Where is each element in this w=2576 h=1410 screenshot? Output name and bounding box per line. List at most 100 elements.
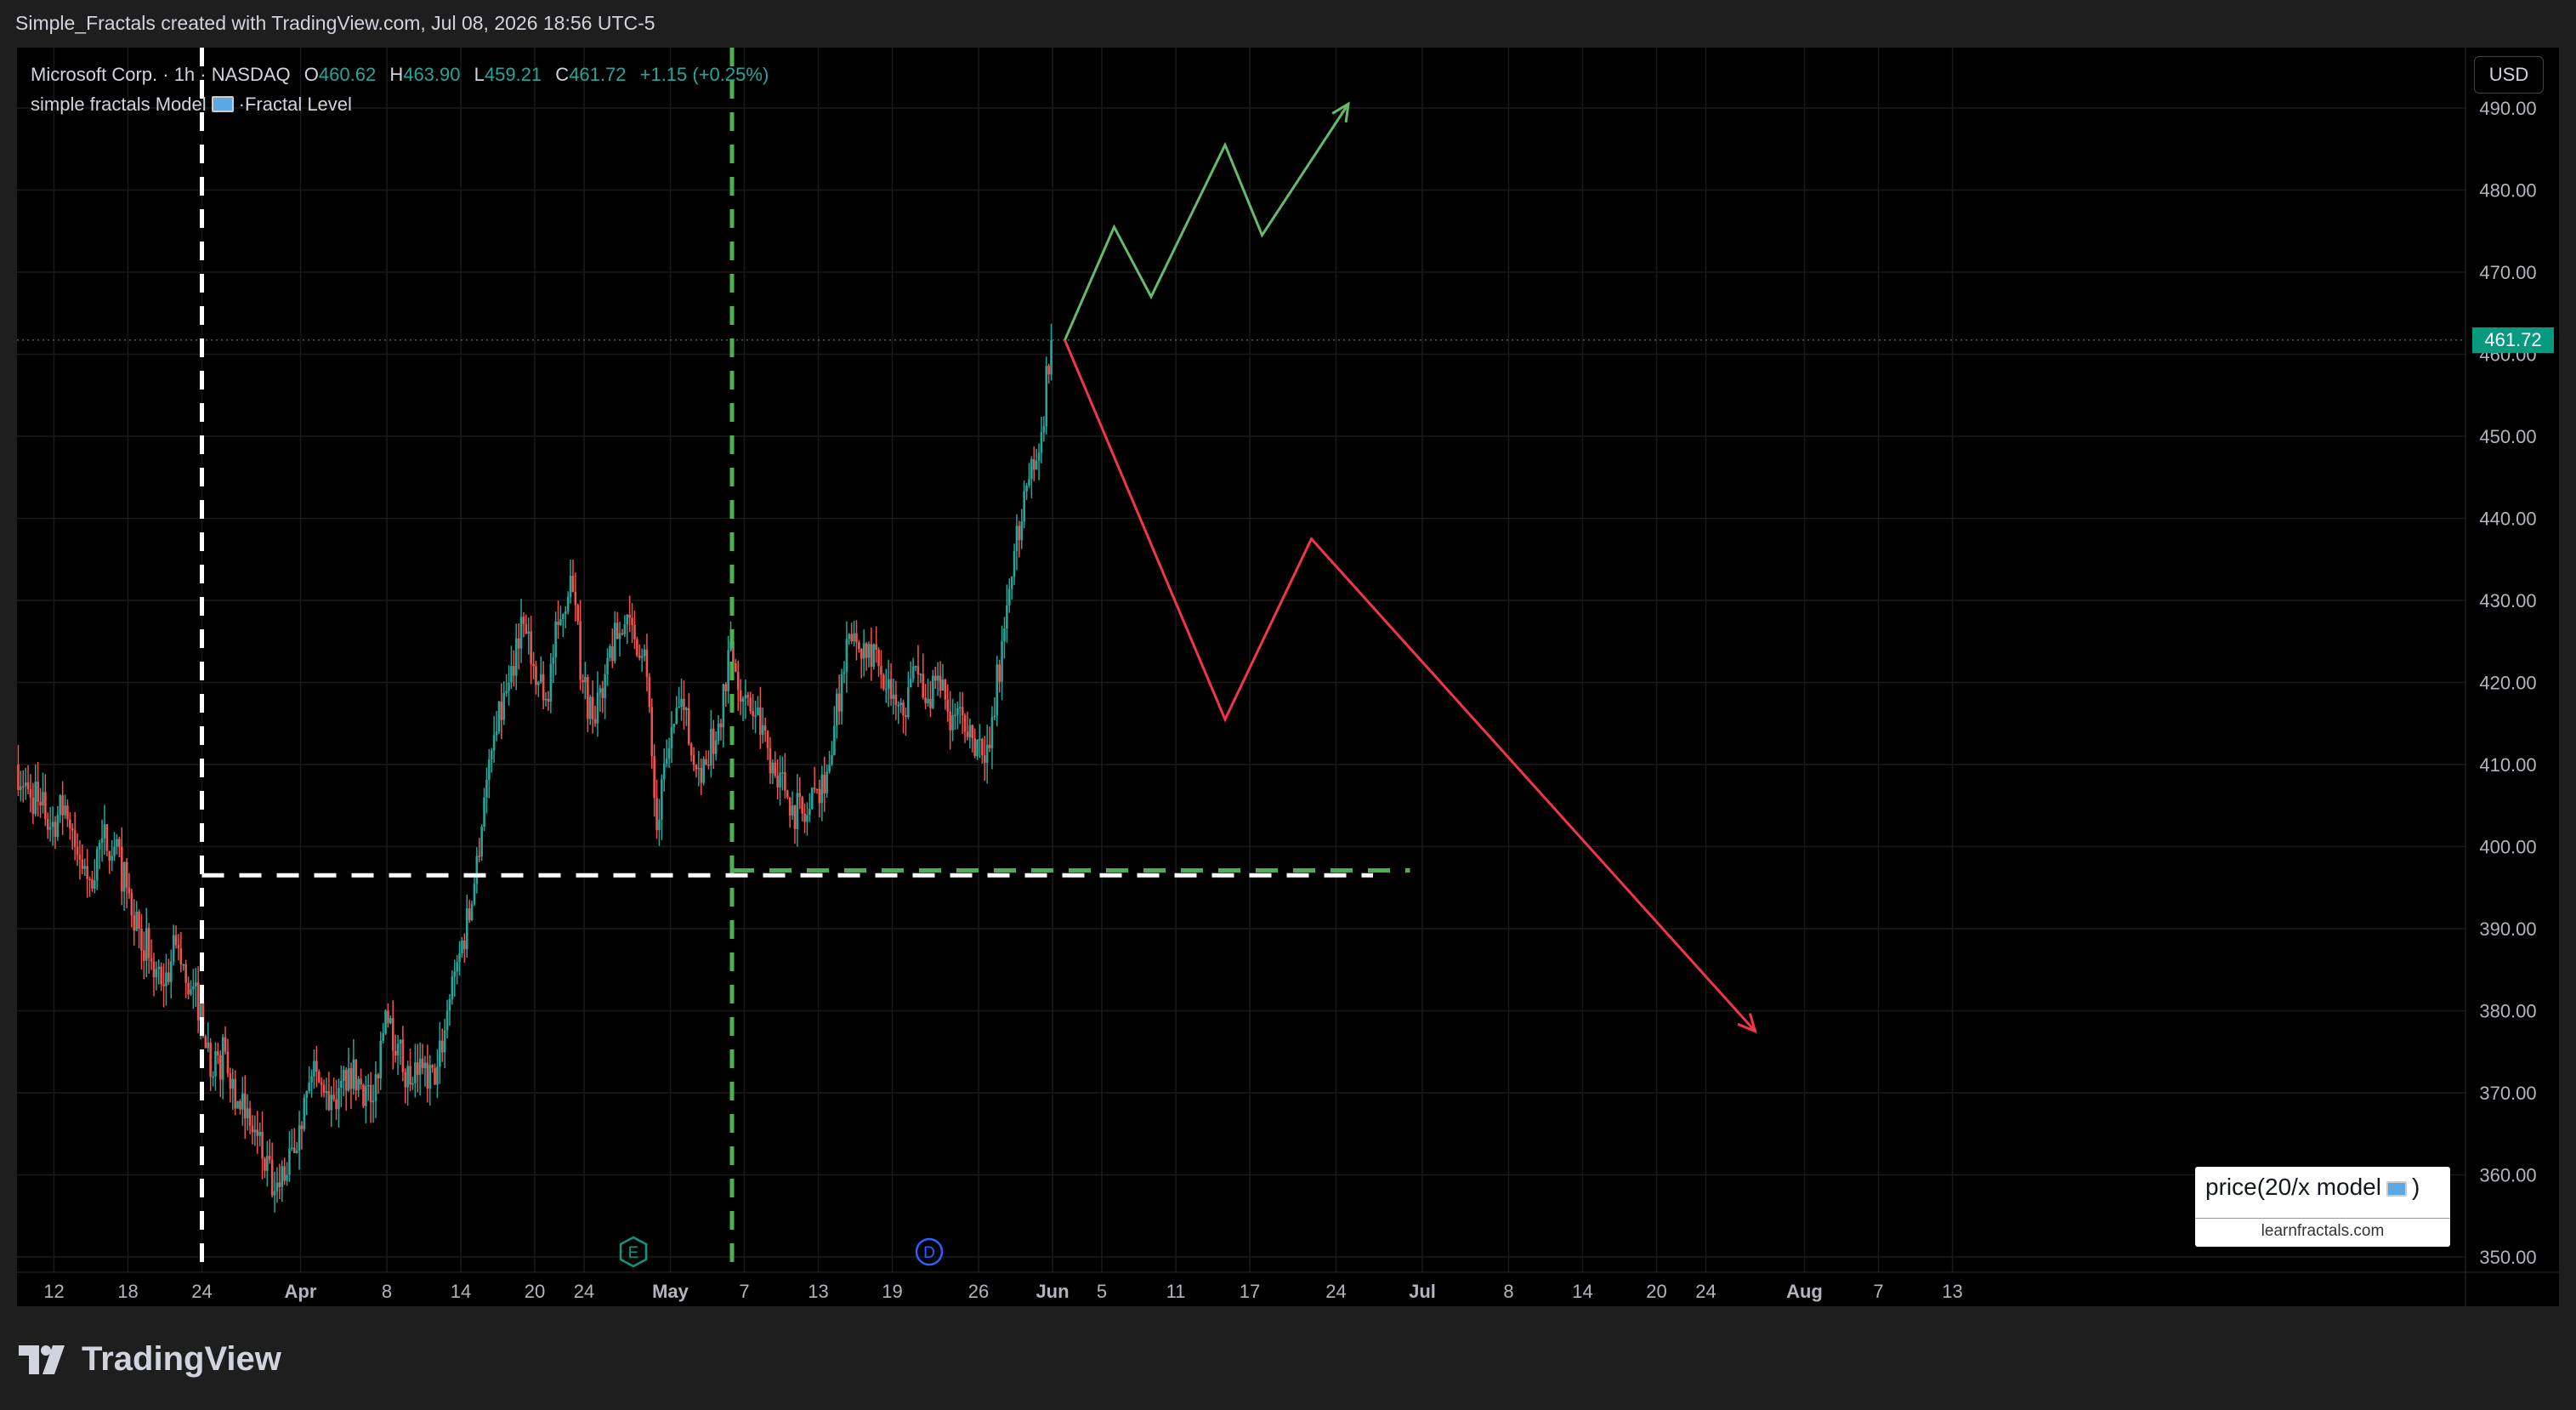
candle-body	[404, 1072, 407, 1088]
candle-body	[434, 1067, 436, 1085]
close-label: C	[555, 64, 570, 85]
candle-body	[954, 714, 956, 717]
candle-body	[611, 646, 614, 662]
candle-body	[169, 961, 173, 982]
chart-pane[interactable]: 490.00 480.00 470.00 460.00 450.00 440.00 430.…	[17, 48, 2559, 1306]
candle-body	[335, 1099, 338, 1110]
candle-body	[914, 666, 917, 668]
candle-body	[941, 679, 945, 691]
candle-body	[372, 1100, 375, 1103]
candle-body	[155, 969, 158, 978]
y-tick-label: 390.00	[2479, 918, 2536, 940]
candle-body	[788, 797, 792, 816]
candle-body	[638, 655, 641, 658]
candle-body	[140, 929, 143, 951]
candle-body	[552, 657, 555, 664]
currency-button[interactable]: USD	[2474, 56, 2544, 94]
candle-body	[784, 772, 786, 791]
candle-body	[369, 1084, 372, 1103]
candle-body	[394, 1050, 397, 1056]
candle-body	[626, 614, 629, 625]
candle-body	[791, 805, 794, 816]
x-tick-label: 13	[1942, 1281, 1962, 1302]
x-tick-label: Apr	[285, 1281, 317, 1302]
candle-body	[922, 674, 925, 698]
x-tick-label: May	[652, 1281, 689, 1302]
candle-body	[588, 696, 592, 719]
candle-body	[944, 679, 947, 700]
candle-body	[689, 743, 693, 755]
candle-body	[527, 631, 531, 634]
candle-body	[924, 697, 927, 703]
candle-body	[714, 740, 718, 754]
candle-body	[544, 698, 548, 701]
model-title-text: price(20/x model	[2205, 1174, 2381, 1200]
candle-body	[530, 631, 532, 664]
x-tick-label: 18	[117, 1281, 138, 1302]
candle-body	[796, 793, 799, 829]
candle-body	[801, 797, 803, 814]
candle-body	[111, 856, 113, 861]
candle-body	[76, 846, 79, 856]
candle-body	[113, 846, 116, 856]
candle-body	[51, 822, 54, 827]
candle-body	[1020, 521, 1024, 541]
candle-body	[976, 740, 979, 757]
candle-body	[360, 1078, 362, 1085]
candle-body	[532, 663, 535, 667]
indicator-line[interactable]: simple fractals Model ·Fractal Level	[31, 89, 769, 119]
candle-body	[993, 715, 996, 718]
candle-body	[820, 774, 824, 804]
candle-body	[574, 592, 577, 606]
candle-body	[754, 715, 757, 717]
candle-body	[239, 1100, 241, 1110]
price-chart[interactable]: 490.00480.00470.00460.00450.00440.00430.…	[17, 48, 2559, 1306]
candle-body	[746, 695, 750, 698]
candle-body	[71, 828, 74, 831]
candle-body	[308, 1082, 310, 1091]
tradingview-logo[interactable]: TradingView	[19, 1340, 281, 1379]
x-tick-label: 20	[1646, 1281, 1666, 1302]
x-tick-label: 17	[1240, 1281, 1260, 1302]
candle-body	[295, 1150, 298, 1154]
candle-body	[774, 762, 777, 776]
projection-path-down	[1064, 339, 1756, 1032]
open-label: O	[304, 64, 319, 85]
candle-body	[535, 666, 537, 685]
x-tick-label: 24	[1325, 1281, 1346, 1302]
candle-body	[409, 1066, 411, 1085]
x-tick-label: 24	[191, 1281, 212, 1302]
symbol-name[interactable]: Microsoft Corp. · 1h · NASDAQ	[31, 64, 291, 85]
candle-body	[837, 693, 841, 712]
candle-body	[889, 679, 893, 699]
candle-body	[478, 856, 481, 857]
candle-body	[291, 1147, 293, 1150]
candle-body	[845, 639, 848, 673]
candle-body	[1037, 452, 1041, 461]
candle-body	[1003, 628, 1006, 642]
candle-body	[157, 966, 161, 969]
y-tick-label: 490.00	[2479, 98, 2536, 119]
candle-body	[882, 674, 885, 690]
candle-body	[209, 1042, 212, 1077]
candle-body	[78, 855, 82, 860]
candle-body	[628, 614, 631, 618]
x-tick-label: 8	[382, 1281, 392, 1302]
candle-body	[823, 774, 826, 793]
x-tick-label: Jul	[1409, 1281, 1436, 1302]
candle-body	[300, 1125, 304, 1129]
candle-body	[870, 644, 873, 668]
candle-body	[480, 827, 483, 857]
candle-body	[342, 1070, 345, 1081]
projection-arrowhead-up	[1331, 101, 1350, 123]
candle-body	[514, 638, 518, 676]
candle-body	[21, 786, 25, 788]
candle-body	[648, 676, 651, 708]
candle-body	[463, 940, 466, 950]
low-label: L	[474, 64, 485, 85]
candle-body	[735, 663, 737, 672]
candle-body	[64, 805, 66, 816]
candle-body	[936, 675, 939, 681]
candle-body	[426, 1062, 429, 1089]
x-tick-label: Aug	[1786, 1281, 1823, 1302]
